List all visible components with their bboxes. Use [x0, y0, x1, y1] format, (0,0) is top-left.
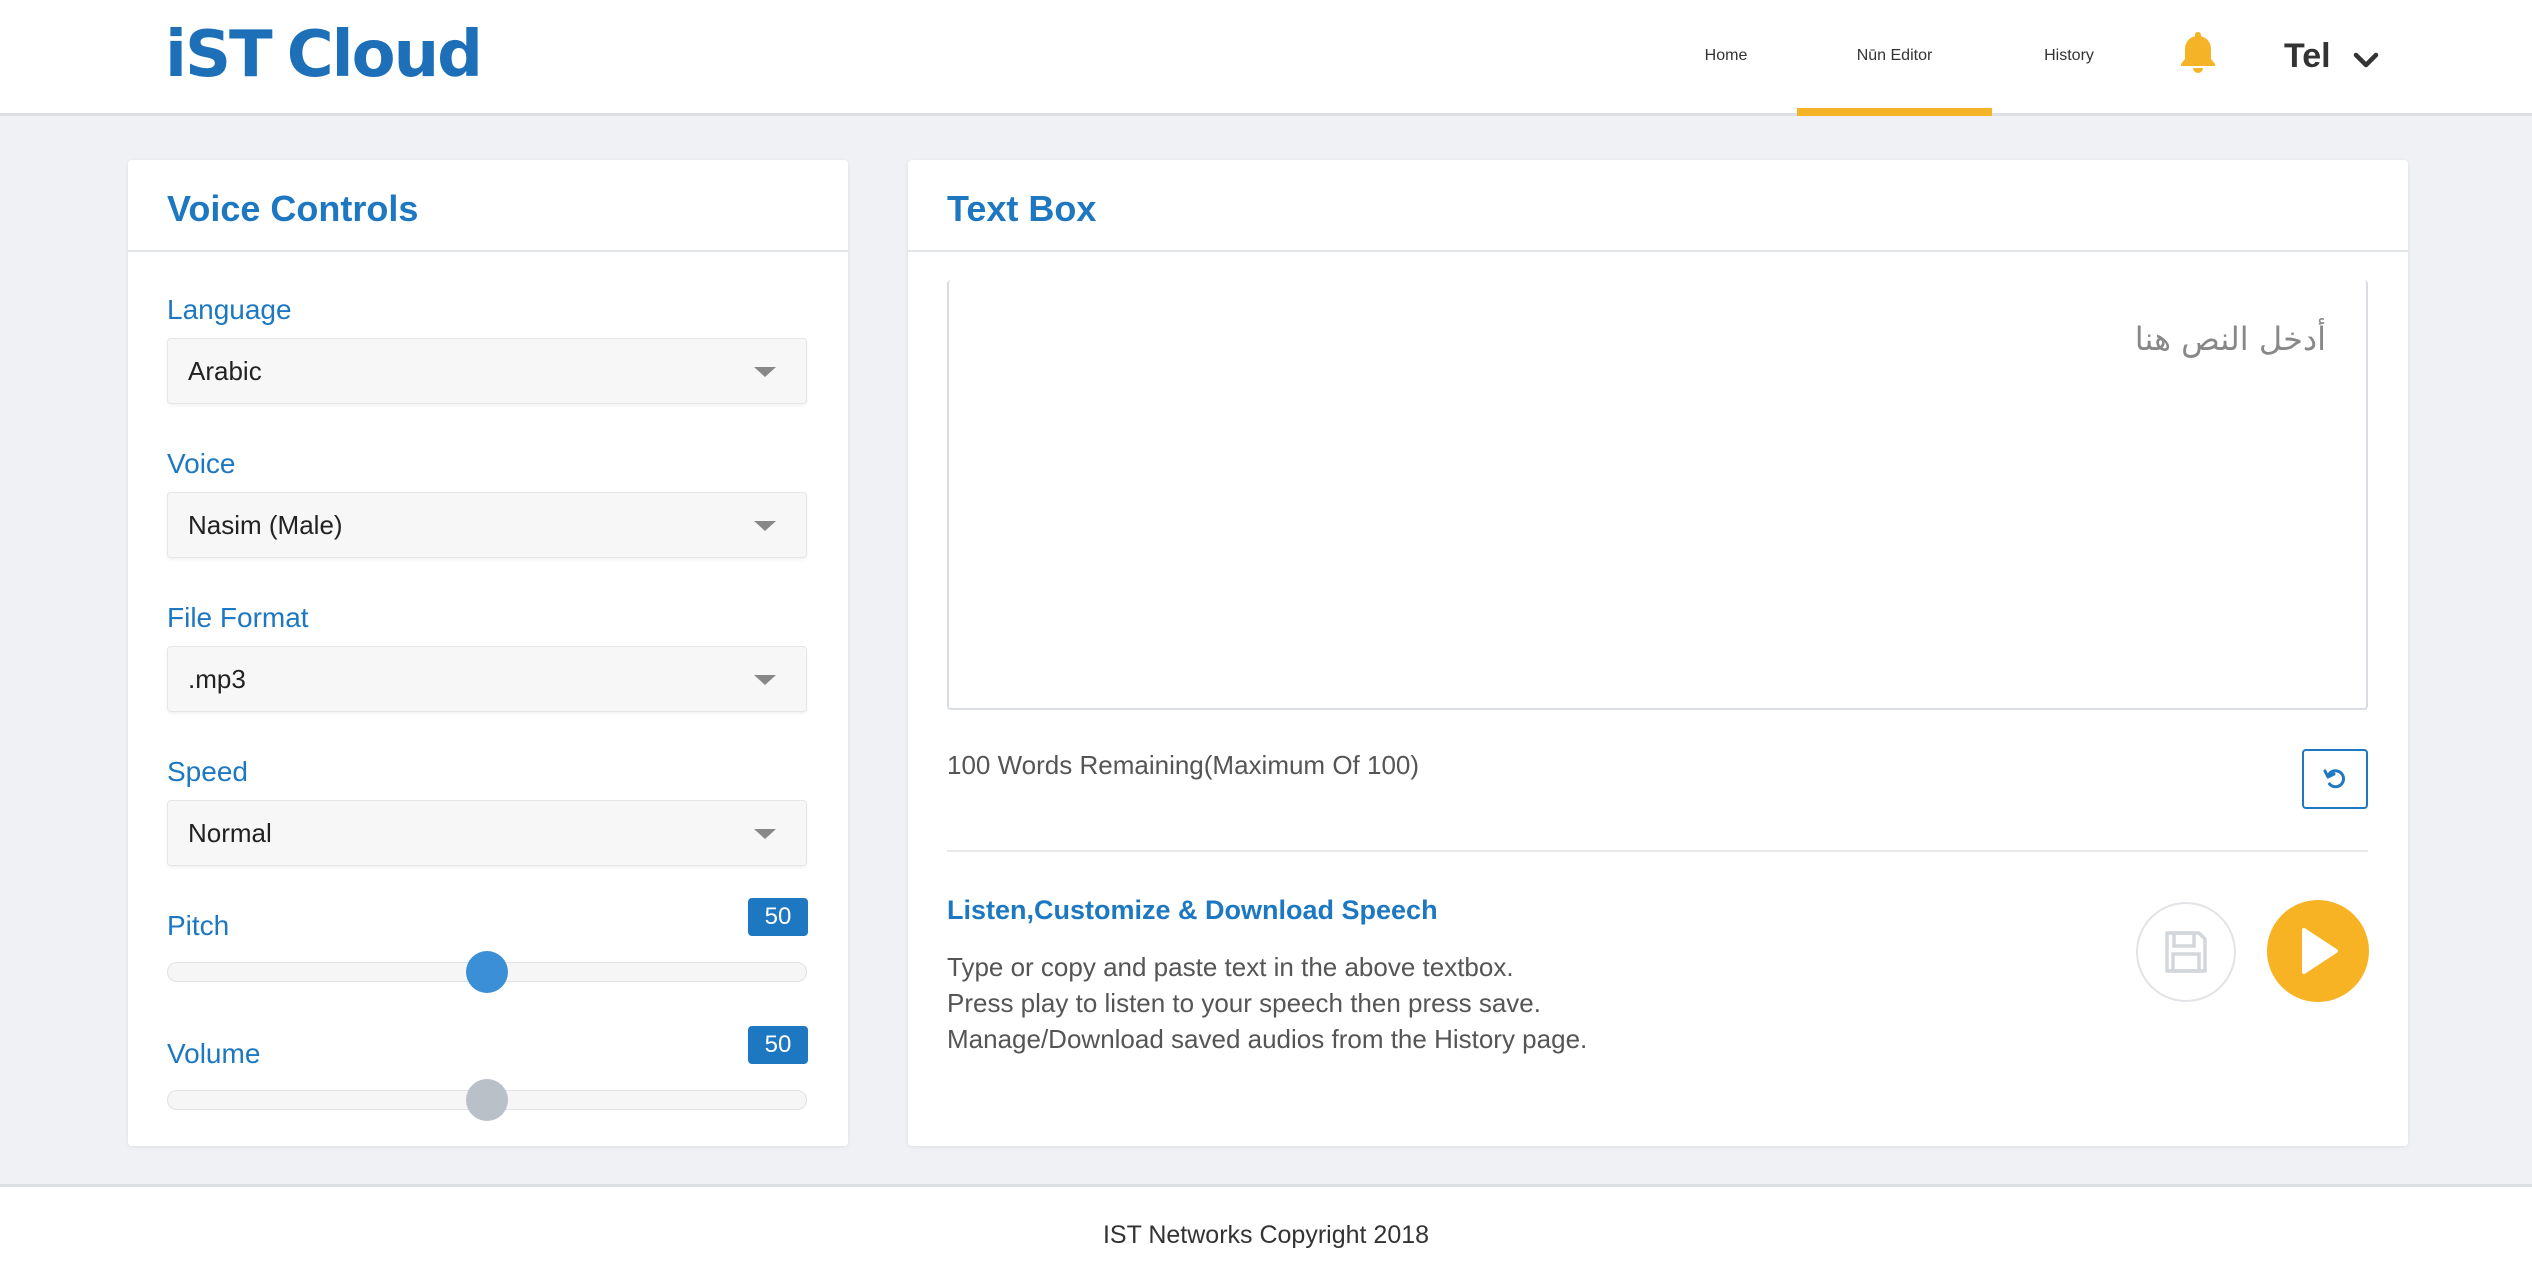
volume-slider-thumb[interactable]	[466, 1079, 508, 1121]
language-label: Language	[167, 294, 292, 325]
instruction-line: Press play to listen to your speech then…	[947, 988, 1541, 1018]
logo-cloud-text: Cloud	[286, 18, 483, 92]
nav-nun-editor[interactable]: Nūn Editor	[1797, 0, 1992, 116]
save-button[interactable]	[2136, 902, 2236, 1002]
nav-history[interactable]: History	[1993, 0, 2145, 116]
pitch-label: Pitch	[167, 910, 230, 941]
instruction-line: Manage/Download saved audios from the Hi…	[947, 1024, 1588, 1054]
notification-bell-icon[interactable]	[2176, 30, 2220, 76]
reset-button[interactable]	[2302, 749, 2368, 809]
copyright-text: IST Networks Copyright 2018	[1102, 1221, 1430, 1249]
file-format-select[interactable]: .mp3	[167, 646, 807, 712]
caret-down-icon	[754, 367, 776, 377]
pitch-value-badge: 50	[748, 898, 808, 936]
footer: IST Networks Copyright 2018	[0, 1184, 2532, 1276]
user-menu[interactable]: Tel	[2284, 0, 2331, 116]
voice-controls-title: Voice Controls	[128, 160, 848, 252]
save-floppy-icon	[2165, 931, 2207, 973]
voice-value: Nasim (Male)	[188, 510, 343, 540]
ist-cloud-logo[interactable]: iST Cloud	[165, 18, 483, 92]
language-value: Arabic	[188, 356, 262, 386]
section-divider	[947, 850, 2368, 852]
language-select[interactable]: Arabic	[167, 338, 807, 404]
undo-icon	[2323, 769, 2345, 789]
pitch-slider[interactable]	[167, 951, 807, 993]
listen-customize-heading: Listen,Customize & Download Speech	[947, 895, 1438, 925]
voice-select[interactable]: Nasim (Male)	[167, 492, 807, 558]
speed-label: Speed	[167, 756, 248, 787]
user-name: Tel	[2284, 37, 2331, 75]
play-button[interactable]	[2267, 900, 2369, 1002]
text-box-panel: Text Box 100 Words Remaining(Maximum Of …	[908, 160, 2408, 1146]
logo-ist-text: iST	[165, 18, 273, 92]
volume-label: Volume	[167, 1038, 261, 1069]
voice-label: Voice	[167, 448, 236, 479]
chevron-down-icon[interactable]	[2352, 50, 2380, 70]
instruction-line: Type or copy and paste text in the above…	[947, 952, 1514, 982]
top-navbar: iST Cloud Home Nūn Editor History Tel	[0, 0, 2532, 116]
volume-slider[interactable]	[167, 1079, 807, 1121]
caret-down-icon	[754, 675, 776, 685]
nav-nun-editor-label: Nūn Editor	[1856, 47, 1933, 64]
text-box-title: Text Box	[908, 160, 2408, 252]
voice-controls-panel: Voice Controls Language Arabic Voice Nas…	[128, 160, 848, 1146]
words-remaining-text: 100 Words Remaining(Maximum Of 100)	[947, 750, 1420, 780]
speed-select[interactable]: Normal	[167, 800, 807, 866]
nav-history-label: History	[2044, 47, 2094, 64]
file-format-label: File Format	[167, 602, 309, 633]
file-format-value: .mp3	[188, 664, 246, 694]
text-input[interactable]	[949, 280, 2366, 708]
nav-home[interactable]: Home	[1656, 0, 1796, 116]
caret-down-icon	[754, 829, 776, 839]
volume-value-badge: 50	[748, 1026, 808, 1064]
nav-home-label: Home	[1704, 47, 1748, 64]
caret-down-icon	[754, 521, 776, 531]
speed-value: Normal	[188, 818, 272, 848]
play-icon	[2302, 928, 2338, 974]
pitch-slider-thumb[interactable]	[466, 951, 508, 993]
text-input-area	[947, 280, 2368, 710]
